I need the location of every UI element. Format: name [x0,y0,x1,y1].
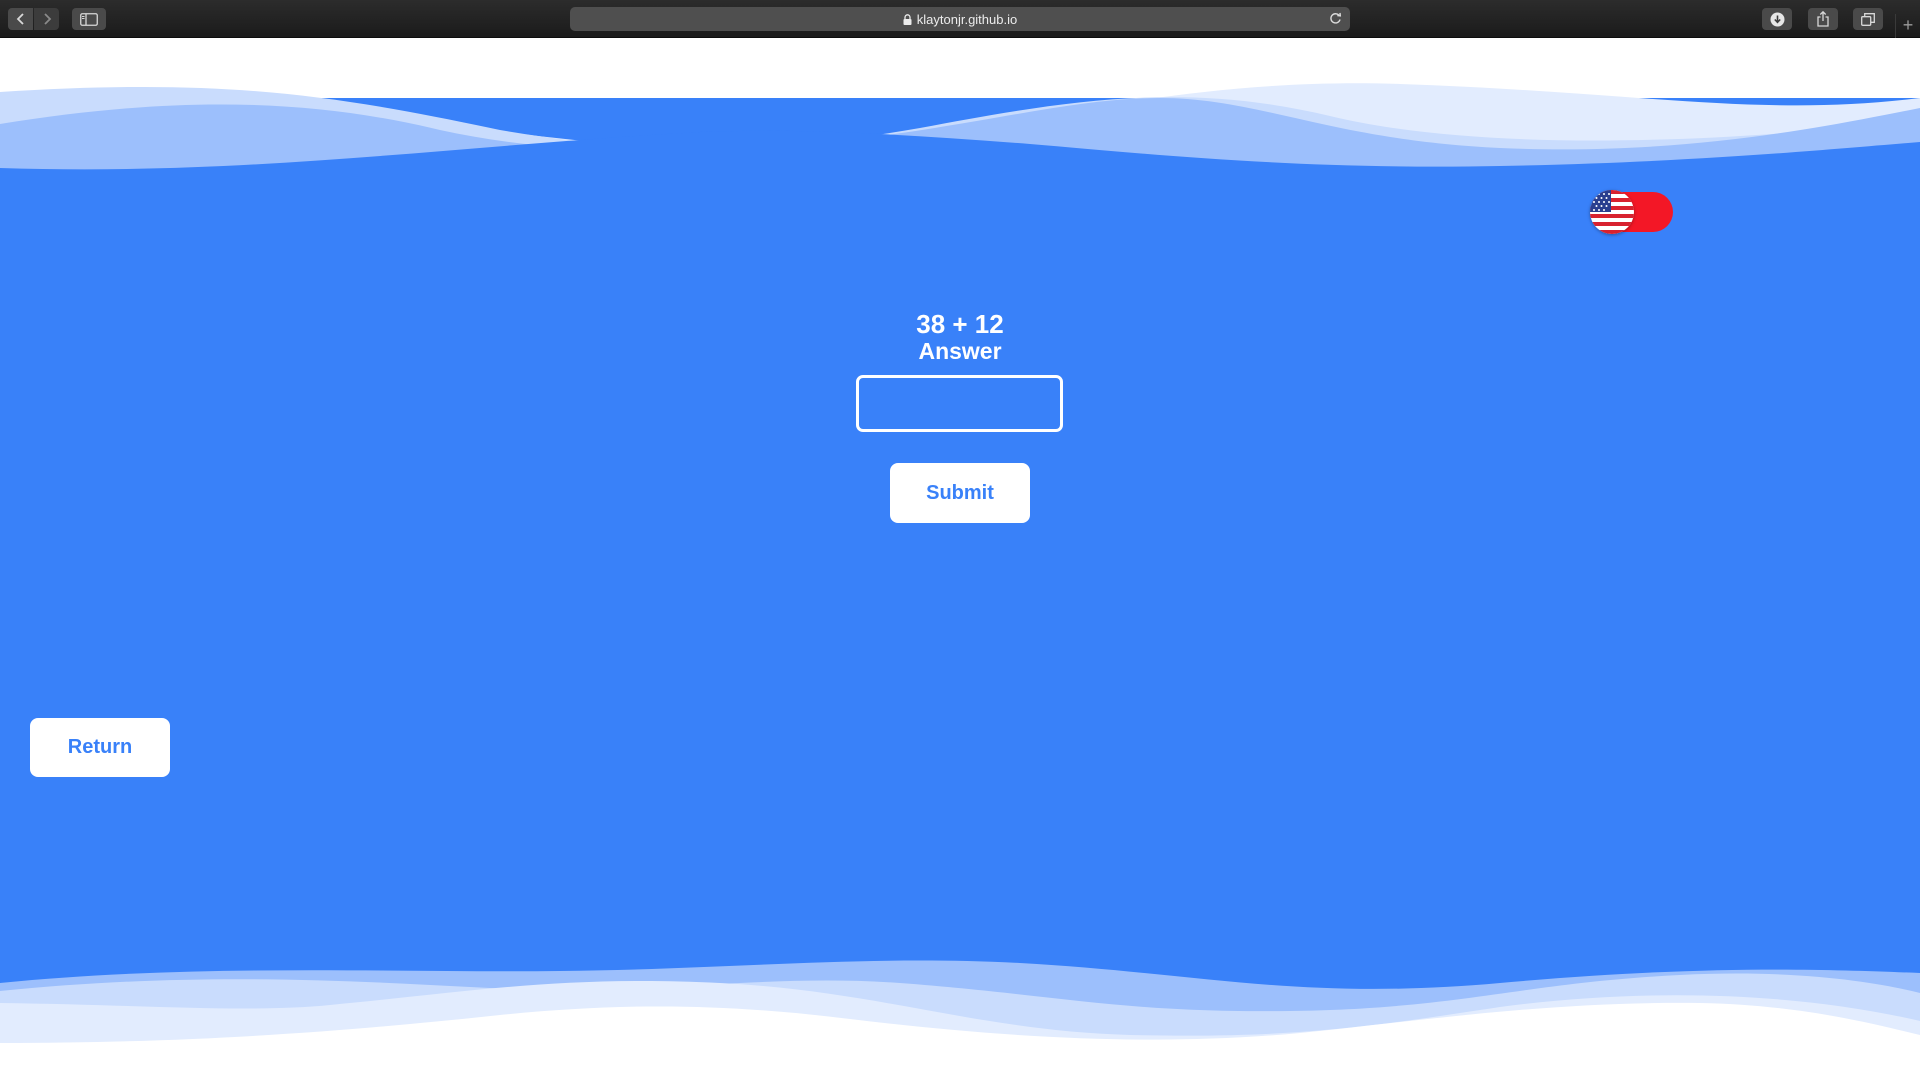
new-tab-button[interactable]: + [1895,14,1920,38]
share-button[interactable] [1808,8,1838,30]
answer-label: Answer [918,338,1002,364]
us-flag-icon [1590,190,1634,234]
browser-toolbar: klaytonjr.github.io + [0,0,1920,38]
return-button[interactable]: Return [30,718,170,777]
url-text: klaytonjr.github.io [916,11,1018,27]
top-wave-decoration [0,83,1920,178]
download-icon [1770,12,1784,26]
sidebar-icon [80,12,98,26]
language-toggle[interactable] [1590,190,1673,234]
tabs-overview-icon [1861,12,1875,26]
chevron-left-icon [16,13,24,25]
math-question: 38 + 12 [916,309,1004,339]
forward-button[interactable] [34,8,59,30]
page-viewport: 38 + 12 Answer Submit Return [0,38,1920,1080]
back-button[interactable] [8,8,33,30]
sidebar-toggle-button[interactable] [72,8,106,30]
tabs-overview-button[interactable] [1853,8,1883,30]
page-background [0,98,1920,1048]
lock-icon [903,13,912,25]
chevron-right-icon [43,13,51,25]
reload-icon[interactable] [1329,12,1342,28]
downloads-button[interactable] [1762,8,1792,30]
answer-input[interactable] [856,375,1063,432]
share-icon [1817,11,1829,27]
bottom-wave-decoration [0,943,1920,1080]
submit-button[interactable]: Submit [890,463,1030,523]
address-bar[interactable]: klaytonjr.github.io [570,7,1350,31]
